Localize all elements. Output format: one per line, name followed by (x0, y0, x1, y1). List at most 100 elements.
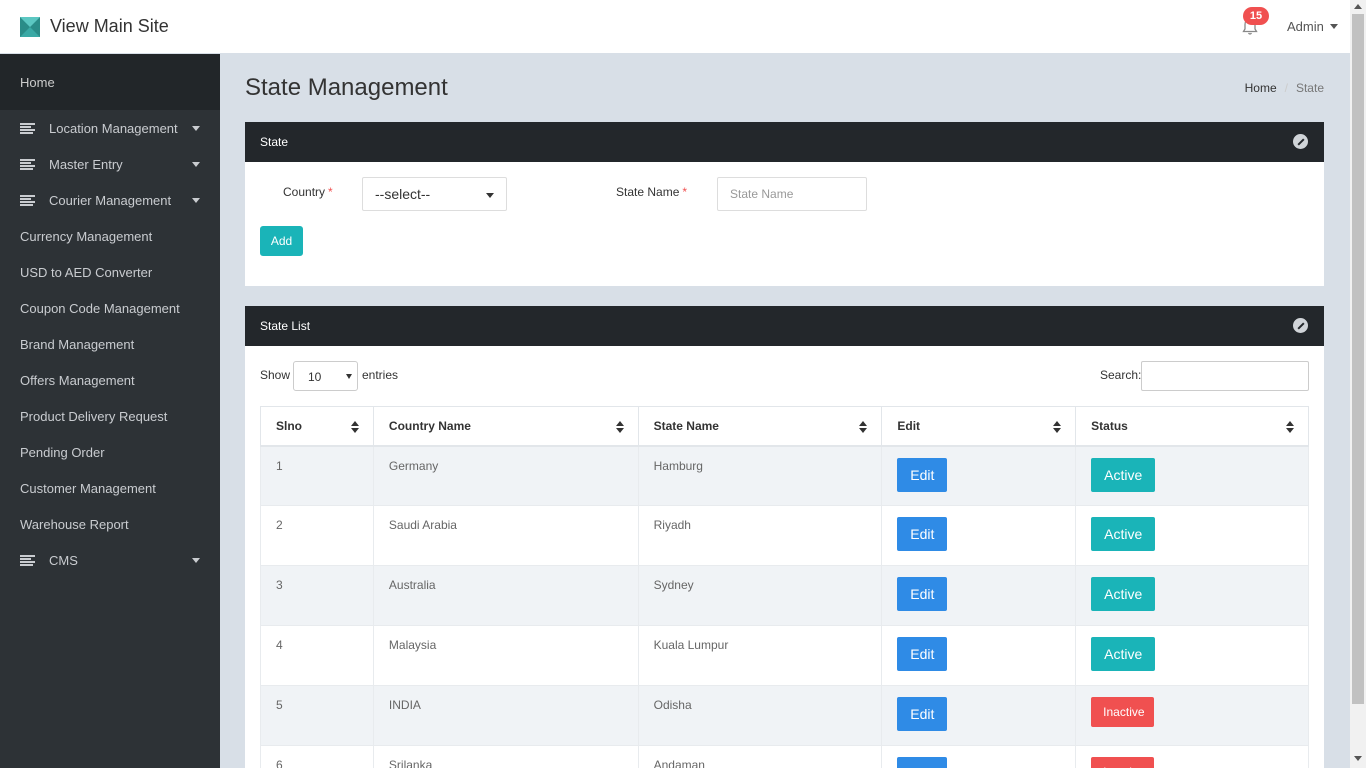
sidebar-item-coupon-code-management[interactable]: Coupon Code Management (0, 290, 220, 326)
table-row: 6SrilankaAndaman Edit Inactive (260, 745, 1309, 768)
breadcrumb-separator: / (1284, 81, 1288, 95)
sidebar-item-master-entry[interactable]: Master Entry (0, 146, 220, 182)
sidebar-item-label: Currency Management (20, 228, 153, 244)
edit-button[interactable]: Edit (897, 637, 948, 671)
state-name-label: State Name * (616, 185, 687, 199)
cell-state: Andaman (637, 745, 883, 768)
required-mark: * (682, 185, 688, 199)
sidebar: Home Location Management Master Entry Cour… (0, 54, 220, 768)
entries-select[interactable]: 10 (293, 361, 358, 391)
sidebar-item-home[interactable]: Home (0, 54, 220, 110)
breadcrumb-home-link[interactable]: Home (1245, 81, 1277, 95)
show-label: Show (260, 368, 291, 382)
sidebar-menu: Location Management Master Entry Courier M… (0, 110, 220, 578)
cell-edit: Edit (881, 685, 1077, 746)
state-name-label-text: State Name (616, 185, 680, 199)
sidebar-item-cms[interactable]: CMS (0, 542, 220, 578)
brand-link[interactable]: View Main Site (20, 16, 169, 37)
cell-edit: Edit (881, 445, 1077, 506)
sidebar-item-offers-management[interactable]: Offers Management (0, 362, 220, 398)
cell-slno: 6 (260, 745, 374, 768)
edit-button[interactable]: Edit (897, 457, 948, 492)
cell-edit: Edit (881, 625, 1077, 686)
brand-text: View Main Site (50, 16, 169, 36)
chevron-down-icon (192, 198, 200, 203)
table-header-row: Slno Country Name State Name Edit Status (260, 406, 1309, 447)
cell-status: Active (1075, 625, 1309, 686)
table-row: 3 Australia Sydney Edit Active (260, 565, 1309, 626)
country-label: Country * (283, 185, 333, 199)
cell-edit: Edit (881, 505, 1077, 566)
sidebar-item-label: Location Management (49, 120, 178, 136)
status-active-button[interactable]: Active (1091, 577, 1156, 611)
cell-status: Active (1075, 505, 1309, 566)
sidebar-item-customer-management[interactable]: Customer Management (0, 470, 220, 506)
column-header-label: Edit (897, 418, 921, 433)
cell-slno: 4 (260, 625, 374, 686)
table-row: 1 Germany Hamburg Edit Active (260, 445, 1309, 506)
edit-button[interactable]: Edit (897, 697, 948, 731)
status-active-button[interactable]: Active (1091, 457, 1156, 492)
sidebar-item-courier-management[interactable]: Courier Management (0, 182, 220, 218)
sort-icon[interactable] (350, 421, 359, 434)
page-scrollbar[interactable] (1350, 0, 1366, 768)
sidebar-item-usd-to-aed-converter[interactable]: USD to AED Converter (0, 254, 220, 290)
sidebar-item-label: Coupon Code Management (20, 300, 180, 316)
country-select[interactable]: --select-- (362, 177, 507, 211)
column-header-country-name[interactable]: Country Name (372, 406, 639, 447)
sidebar-item-pending-order[interactable]: Pending Order (0, 434, 220, 470)
search-label: Search: (1100, 368, 1142, 382)
chevron-down-icon (192, 558, 200, 563)
status-inactive-button[interactable]: Inactive (1091, 697, 1155, 727)
cell-state: Kuala Lumpur (637, 625, 883, 686)
top-navbar: View Main Site 15 Admin (0, 0, 1350, 54)
status-inactive-button[interactable]: Inactive (1091, 757, 1155, 768)
sidebar-item-warehouse-report[interactable]: Warehouse Report (0, 506, 220, 542)
sidebar-item-product-delivery-request[interactable]: Product Delivery Request (0, 398, 220, 434)
sort-icon[interactable] (615, 421, 624, 434)
column-header-slno[interactable]: Slno (260, 406, 374, 447)
column-header-state-name[interactable]: State Name (637, 406, 883, 447)
column-header-status[interactable]: Status (1075, 406, 1309, 447)
edit-button[interactable]: Edit (897, 757, 948, 768)
cell-edit: Edit (881, 745, 1077, 768)
state-list-panel: State List Show 10 entries Search: Slno C… (245, 306, 1324, 768)
sort-icon[interactable] (859, 421, 868, 434)
scroll-up-icon[interactable] (1354, 4, 1362, 9)
edit-button[interactable]: Edit (897, 577, 948, 611)
status-active-button[interactable]: Active (1091, 517, 1156, 551)
sidebar-item-label: CMS (49, 552, 78, 568)
add-button[interactable]: Add (260, 226, 303, 256)
cell-slno: 1 (260, 445, 374, 506)
search-input[interactable] (1141, 361, 1309, 391)
chevron-down-icon (486, 193, 494, 198)
edit-button[interactable]: Edit (897, 517, 948, 551)
cell-country: Malaysia (372, 625, 639, 686)
sidebar-item-brand-management[interactable]: Brand Management (0, 326, 220, 362)
cell-status: Inactive (1075, 745, 1309, 768)
sidebar-item-location-management[interactable]: Location Management (0, 110, 220, 146)
list-lines-icon (20, 158, 35, 170)
state-name-input[interactable] (717, 177, 867, 211)
sort-icon[interactable] (1286, 421, 1294, 434)
cell-country: Australia (372, 565, 639, 626)
table-body: 1 Germany Hamburg Edit Active 2 Saudi Arabia Ri… (260, 445, 1309, 768)
sidebar-item-currency-management[interactable]: Currency Management (0, 218, 220, 254)
collapse-icon[interactable] (1293, 134, 1308, 149)
status-active-button[interactable]: Active (1091, 637, 1156, 671)
cell-status: Active (1075, 445, 1309, 506)
scroll-thumb[interactable] (1352, 14, 1364, 704)
sidebar-item-label: Warehouse Report (20, 516, 129, 532)
user-menu[interactable]: Admin (1287, 19, 1338, 34)
list-lines-icon (20, 194, 35, 206)
sort-icon[interactable] (1053, 421, 1062, 434)
sidebar-item-label: Pending Order (20, 444, 105, 460)
cell-state: Sydney (637, 565, 883, 626)
column-header-edit[interactable]: Edit (881, 406, 1077, 447)
country-select-value: --select-- (375, 186, 431, 202)
chevron-down-icon (192, 126, 200, 131)
collapse-icon[interactable] (1293, 318, 1308, 333)
notification-badge: 15 (1243, 7, 1269, 25)
sidebar-item-label: Brand Management (20, 336, 135, 352)
scroll-down-icon[interactable] (1354, 756, 1362, 761)
